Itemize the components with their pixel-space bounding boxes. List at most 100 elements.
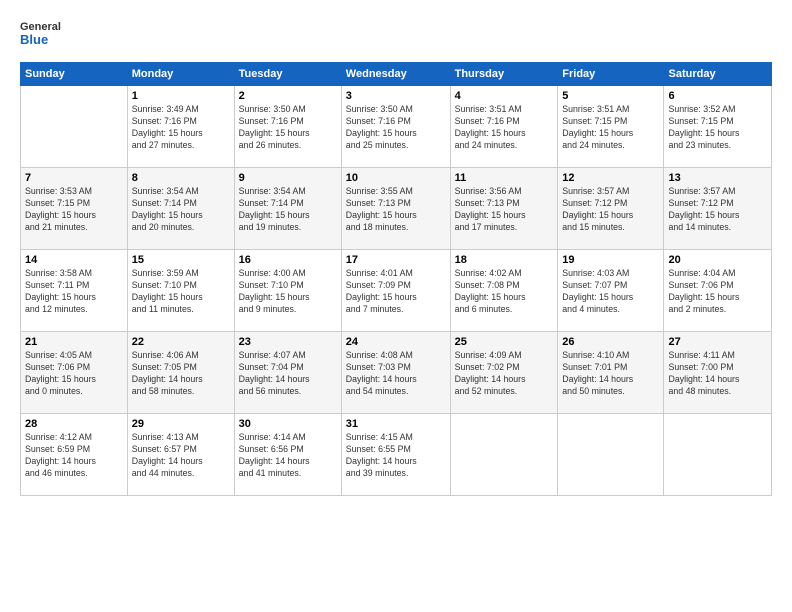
- header: General Blue: [20, 16, 772, 52]
- day-cell: 20 Sunrise: 4:04 AM Sunset: 7:06 PM Dayli…: [664, 250, 772, 332]
- day-info: Sunrise: 3:50 AM Sunset: 7:16 PM Dayligh…: [239, 104, 337, 152]
- day-number: 5: [562, 90, 659, 102]
- svg-text:Blue: Blue: [20, 32, 48, 47]
- day-info: Sunrise: 4:04 AM Sunset: 7:06 PM Dayligh…: [668, 268, 767, 316]
- day-number: 15: [132, 254, 230, 266]
- day-info: Sunrise: 3:56 AM Sunset: 7:13 PM Dayligh…: [455, 186, 554, 234]
- day-info: Sunrise: 3:51 AM Sunset: 7:16 PM Dayligh…: [455, 104, 554, 152]
- day-cell: 4 Sunrise: 3:51 AM Sunset: 7:16 PM Daylig…: [450, 86, 558, 168]
- day-cell: 18 Sunrise: 4:02 AM Sunset: 7:08 PM Dayli…: [450, 250, 558, 332]
- day-number: 23: [239, 336, 337, 348]
- day-info: Sunrise: 4:06 AM Sunset: 7:05 PM Dayligh…: [132, 350, 230, 398]
- day-info: Sunrise: 4:03 AM Sunset: 7:07 PM Dayligh…: [562, 268, 659, 316]
- day-number: 13: [668, 172, 767, 184]
- day-number: 20: [668, 254, 767, 266]
- day-cell: 27 Sunrise: 4:11 AM Sunset: 7:00 PM Dayli…: [664, 332, 772, 414]
- day-cell: 7 Sunrise: 3:53 AM Sunset: 7:15 PM Daylig…: [21, 168, 128, 250]
- calendar-table: SundayMondayTuesdayWednesdayThursdayFrid…: [20, 62, 772, 496]
- week-row-5: 28Sunrise: 4:12 AM Sunset: 6:59 PM Dayli…: [21, 414, 772, 496]
- day-number: 9: [239, 172, 337, 184]
- day-number: 28: [25, 418, 123, 430]
- day-info: Sunrise: 4:08 AM Sunset: 7:03 PM Dayligh…: [346, 350, 446, 398]
- day-number: 25: [455, 336, 554, 348]
- logo: General Blue: [20, 16, 80, 52]
- day-number: 10: [346, 172, 446, 184]
- day-number: 26: [562, 336, 659, 348]
- day-cell: 29 Sunrise: 4:13 AM Sunset: 6:57 PM Dayli…: [127, 414, 234, 496]
- day-number: 2: [239, 90, 337, 102]
- day-cell: 23 Sunrise: 4:07 AM Sunset: 7:04 PM Dayli…: [234, 332, 341, 414]
- day-number: 27: [668, 336, 767, 348]
- day-info: Sunrise: 4:02 AM Sunset: 7:08 PM Dayligh…: [455, 268, 554, 316]
- day-info: Sunrise: 3:57 AM Sunset: 7:12 PM Dayligh…: [668, 186, 767, 234]
- day-number: 30: [239, 418, 337, 430]
- week-row-3: 14Sunrise: 3:58 AM Sunset: 7:11 PM Dayli…: [21, 250, 772, 332]
- day-number: 7: [25, 172, 123, 184]
- day-number: 8: [132, 172, 230, 184]
- day-info: Sunrise: 3:53 AM Sunset: 7:15 PM Dayligh…: [25, 186, 123, 234]
- day-cell: [558, 414, 664, 496]
- day-number: 21: [25, 336, 123, 348]
- week-row-2: 7 Sunrise: 3:53 AM Sunset: 7:15 PM Daylig…: [21, 168, 772, 250]
- day-info: Sunrise: 3:49 AM Sunset: 7:16 PM Dayligh…: [132, 104, 230, 152]
- day-cell: 8 Sunrise: 3:54 AM Sunset: 7:14 PM Daylig…: [127, 168, 234, 250]
- day-info: Sunrise: 4:13 AM Sunset: 6:57 PM Dayligh…: [132, 432, 230, 480]
- day-cell: 14Sunrise: 3:58 AM Sunset: 7:11 PM Dayli…: [21, 250, 128, 332]
- day-info: Sunrise: 3:54 AM Sunset: 7:14 PM Dayligh…: [239, 186, 337, 234]
- weekday-thursday: Thursday: [450, 63, 558, 86]
- day-cell: [450, 414, 558, 496]
- day-cell: 12Sunrise: 3:57 AM Sunset: 7:12 PM Dayli…: [558, 168, 664, 250]
- weekday-header-row: SundayMondayTuesdayWednesdayThursdayFrid…: [21, 63, 772, 86]
- day-cell: 6 Sunrise: 3:52 AM Sunset: 7:15 PM Daylig…: [664, 86, 772, 168]
- day-cell: 11 Sunrise: 3:56 AM Sunset: 7:13 PM Dayli…: [450, 168, 558, 250]
- day-info: Sunrise: 3:50 AM Sunset: 7:16 PM Dayligh…: [346, 104, 446, 152]
- day-number: 22: [132, 336, 230, 348]
- day-cell: 15Sunrise: 3:59 AM Sunset: 7:10 PM Dayli…: [127, 250, 234, 332]
- day-cell: 13 Sunrise: 3:57 AM Sunset: 7:12 PM Dayli…: [664, 168, 772, 250]
- day-cell: 2 Sunrise: 3:50 AM Sunset: 7:16 PM Daylig…: [234, 86, 341, 168]
- weekday-monday: Monday: [127, 63, 234, 86]
- day-info: Sunrise: 3:57 AM Sunset: 7:12 PM Dayligh…: [562, 186, 659, 234]
- day-cell: 19Sunrise: 4:03 AM Sunset: 7:07 PM Dayli…: [558, 250, 664, 332]
- weekday-saturday: Saturday: [664, 63, 772, 86]
- logo-svg: General Blue: [20, 16, 80, 52]
- week-row-1: 1Sunrise: 3:49 AM Sunset: 7:16 PM Daylig…: [21, 86, 772, 168]
- day-cell: 25Sunrise: 4:09 AM Sunset: 7:02 PM Dayli…: [450, 332, 558, 414]
- day-cell: [21, 86, 128, 168]
- day-info: Sunrise: 4:15 AM Sunset: 6:55 PM Dayligh…: [346, 432, 446, 480]
- day-number: 4: [455, 90, 554, 102]
- day-cell: 28Sunrise: 4:12 AM Sunset: 6:59 PM Dayli…: [21, 414, 128, 496]
- day-info: Sunrise: 3:52 AM Sunset: 7:15 PM Dayligh…: [668, 104, 767, 152]
- day-info: Sunrise: 3:55 AM Sunset: 7:13 PM Dayligh…: [346, 186, 446, 234]
- day-number: 24: [346, 336, 446, 348]
- day-cell: 3Sunrise: 3:50 AM Sunset: 7:16 PM Daylig…: [341, 86, 450, 168]
- day-info: Sunrise: 4:01 AM Sunset: 7:09 PM Dayligh…: [346, 268, 446, 316]
- day-cell: 10 Sunrise: 3:55 AM Sunset: 7:13 PM Dayli…: [341, 168, 450, 250]
- day-info: Sunrise: 3:54 AM Sunset: 7:14 PM Dayligh…: [132, 186, 230, 234]
- day-number: 18: [455, 254, 554, 266]
- day-number: 29: [132, 418, 230, 430]
- day-cell: [664, 414, 772, 496]
- day-info: Sunrise: 4:05 AM Sunset: 7:06 PM Dayligh…: [25, 350, 123, 398]
- day-cell: 16 Sunrise: 4:00 AM Sunset: 7:10 PM Dayli…: [234, 250, 341, 332]
- day-cell: 26Sunrise: 4:10 AM Sunset: 7:01 PM Dayli…: [558, 332, 664, 414]
- day-cell: 21 Sunrise: 4:05 AM Sunset: 7:06 PM Dayli…: [21, 332, 128, 414]
- day-number: 14: [25, 254, 123, 266]
- weekday-sunday: Sunday: [21, 63, 128, 86]
- day-number: 6: [668, 90, 767, 102]
- day-cell: 31Sunrise: 4:15 AM Sunset: 6:55 PM Dayli…: [341, 414, 450, 496]
- day-number: 16: [239, 254, 337, 266]
- week-row-4: 21 Sunrise: 4:05 AM Sunset: 7:06 PM Dayli…: [21, 332, 772, 414]
- day-info: Sunrise: 4:00 AM Sunset: 7:10 PM Dayligh…: [239, 268, 337, 316]
- day-cell: 1Sunrise: 3:49 AM Sunset: 7:16 PM Daylig…: [127, 86, 234, 168]
- day-info: Sunrise: 4:11 AM Sunset: 7:00 PM Dayligh…: [668, 350, 767, 398]
- day-info: Sunrise: 4:14 AM Sunset: 6:56 PM Dayligh…: [239, 432, 337, 480]
- day-info: Sunrise: 4:07 AM Sunset: 7:04 PM Dayligh…: [239, 350, 337, 398]
- page: General Blue SundayMondayTuesdayWednesda…: [0, 0, 792, 612]
- weekday-tuesday: Tuesday: [234, 63, 341, 86]
- weekday-friday: Friday: [558, 63, 664, 86]
- day-cell: 30 Sunrise: 4:14 AM Sunset: 6:56 PM Dayli…: [234, 414, 341, 496]
- day-number: 11: [455, 172, 554, 184]
- day-info: Sunrise: 3:51 AM Sunset: 7:15 PM Dayligh…: [562, 104, 659, 152]
- day-cell: 9 Sunrise: 3:54 AM Sunset: 7:14 PM Daylig…: [234, 168, 341, 250]
